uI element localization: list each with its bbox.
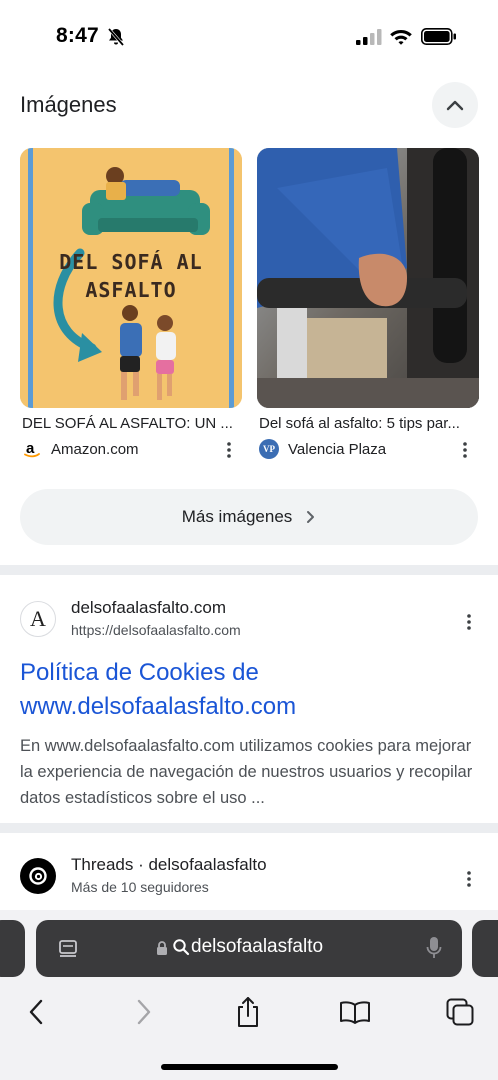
share-button[interactable] [226,990,270,1034]
result-site-name[interactable]: delsofaalasfalto.com [71,598,226,618]
bookmarks-icon [340,1001,370,1024]
image-result-treadmill-photo[interactable] [257,148,479,408]
valencia-plaza-logo-icon: VP [259,439,279,459]
battery-icon [421,28,456,45]
book-cover-title: DEL SOFÁ AL ASFALTO [59,250,203,302]
chevron-right-icon [307,511,315,523]
more-options-icon[interactable] [462,440,468,460]
amazon-logo-icon: a [22,439,42,459]
signal-icon [356,29,382,45]
wifi-icon [390,30,412,45]
bookmarks-button[interactable] [333,990,377,1034]
page-menu-icon[interactable] [58,939,78,959]
chevron-up-icon [446,100,464,111]
share-icon [238,997,258,1027]
image-source-name: Valencia Plaza [288,440,387,458]
image-caption[interactable]: Del sofá al asfalto: 5 tips par... [259,415,475,432]
result-title-line: www.delsofaalasfalto.com [20,693,297,720]
browser-toolbar [0,990,498,1034]
address-bar[interactable]: delsofaalasfalto [36,920,462,977]
image-source[interactable]: VP Valencia Plaza [259,438,386,460]
result-title-line: Política de Cookies de [20,659,259,686]
more-images-label: Más imágenes [181,507,293,526]
home-indicator[interactable] [161,1064,338,1070]
microphone-icon[interactable] [426,936,442,960]
more-options-icon[interactable] [226,440,232,460]
more-options-icon[interactable] [466,869,472,889]
section-divider [0,565,498,575]
collapse-images-button[interactable] [432,82,478,128]
threads-subtitle: Más de 10 seguidores [71,879,209,895]
forward-button[interactable] [122,990,166,1034]
lock-icon [157,941,167,955]
image-source-name: Amazon.com [51,440,139,458]
back-button[interactable] [14,990,58,1034]
section-divider [0,823,498,833]
images-section-title: Imágenes [20,92,117,117]
image-caption[interactable]: DEL SOFÁ AL ASFALTO: UN ... [22,415,236,432]
bell-slash-icon [107,28,125,46]
treadmill-photo-image [257,148,479,408]
result-title-link[interactable]: Política de Cookies de www.delsofaalasfa… [20,656,480,724]
tabs-button[interactable] [438,990,482,1034]
image-result-book-cover[interactable]: DEL SOFÁ AL ASFALTO [20,148,242,408]
images-section-header: Imágenes [0,82,498,130]
svg-text:a: a [26,440,35,457]
forward-icon [137,999,151,1025]
back-icon [29,999,43,1025]
threads-site-name[interactable]: Threads · delsofaalasfalto [71,855,267,875]
address-text[interactable]: delsofaalasfalto [191,936,323,958]
tabs-icon [446,998,474,1026]
previous-tab-preview[interactable] [0,920,25,977]
result-url[interactable]: https://delsofaalasfalto.com [71,622,241,638]
search-icon [173,939,190,956]
status-bar: 8:47 [0,0,498,70]
next-tab-preview[interactable] [472,920,498,977]
result-snippet: En www.delsofaalasfalto.com utilizamos c… [20,737,473,807]
more-images-button[interactable]: Más imágenes [20,489,478,545]
more-options-icon[interactable] [466,612,472,632]
status-time: 8:47 [56,24,99,47]
favicon-letter: A [30,606,46,631]
image-source[interactable]: a Amazon.com [22,438,139,460]
threads-logo-icon[interactable] [20,858,56,894]
site-favicon[interactable]: A [20,601,56,637]
browser-bottom-bar: delsofaalasfalto [0,910,498,1080]
